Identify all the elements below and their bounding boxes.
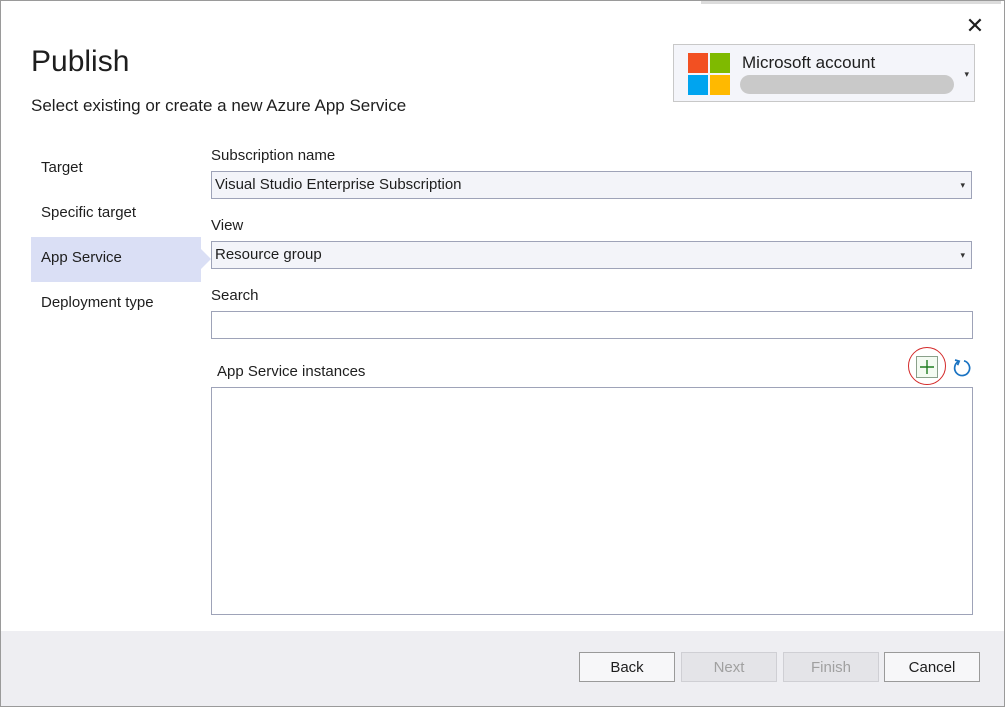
view-select[interactable]: Resource group ▾ xyxy=(211,241,972,269)
nav-item-deployment-type[interactable]: Deployment type xyxy=(31,282,203,327)
microsoft-logo-icon xyxy=(688,53,730,95)
dialog-subtitle: Select existing or create a new Azure Ap… xyxy=(31,96,407,115)
account-name: Microsoft account xyxy=(742,53,876,72)
subscription-select[interactable]: Visual Studio Enterprise Subscription ▾ xyxy=(211,171,972,199)
view-value: Resource group xyxy=(215,246,322,263)
wizard-nav: Target Specific target App Service Deplo… xyxy=(31,147,211,327)
refresh-icon xyxy=(953,359,971,377)
nav-item-label: App Service xyxy=(41,249,122,266)
back-button[interactable]: Back xyxy=(579,652,675,682)
nav-item-label: Target xyxy=(41,159,83,176)
close-icon: ✕ xyxy=(965,13,985,38)
chevron-down-icon: ▾ xyxy=(960,250,965,260)
dialog-title: Publish xyxy=(31,45,130,78)
close-button[interactable]: ✕ xyxy=(964,15,986,37)
account-picker[interactable]: Microsoft account ▾ xyxy=(673,44,975,102)
cancel-button[interactable]: Cancel xyxy=(884,652,980,682)
search-input[interactable] xyxy=(211,311,973,339)
add-instance-button[interactable] xyxy=(916,356,938,378)
nav-item-label: Specific target xyxy=(41,204,137,221)
publish-dialog: ✕ Publish Select existing or create a ne… xyxy=(0,0,1005,707)
nav-item-label: Deployment type xyxy=(41,294,154,311)
finish-button[interactable]: Finish xyxy=(783,652,879,682)
nav-item-app-service[interactable]: App Service xyxy=(31,237,211,282)
chevron-down-icon: ▾ xyxy=(960,180,965,190)
nav-item-target[interactable]: Target xyxy=(31,147,203,192)
chevron-down-icon: ▾ xyxy=(964,69,969,79)
next-button[interactable]: Next xyxy=(681,652,777,682)
subscription-label: Subscription name xyxy=(211,147,336,164)
top-strip xyxy=(701,1,1001,4)
plus-icon xyxy=(920,360,934,374)
nav-item-specific-target[interactable]: Specific target xyxy=(31,192,203,237)
view-label: View xyxy=(211,217,244,234)
refresh-button[interactable] xyxy=(951,357,973,379)
search-label: Search xyxy=(211,287,259,304)
account-email-redacted xyxy=(740,75,954,94)
subscription-value: Visual Studio Enterprise Subscription xyxy=(215,176,462,193)
instances-list[interactable] xyxy=(211,387,973,615)
instances-label: App Service instances xyxy=(217,363,366,380)
